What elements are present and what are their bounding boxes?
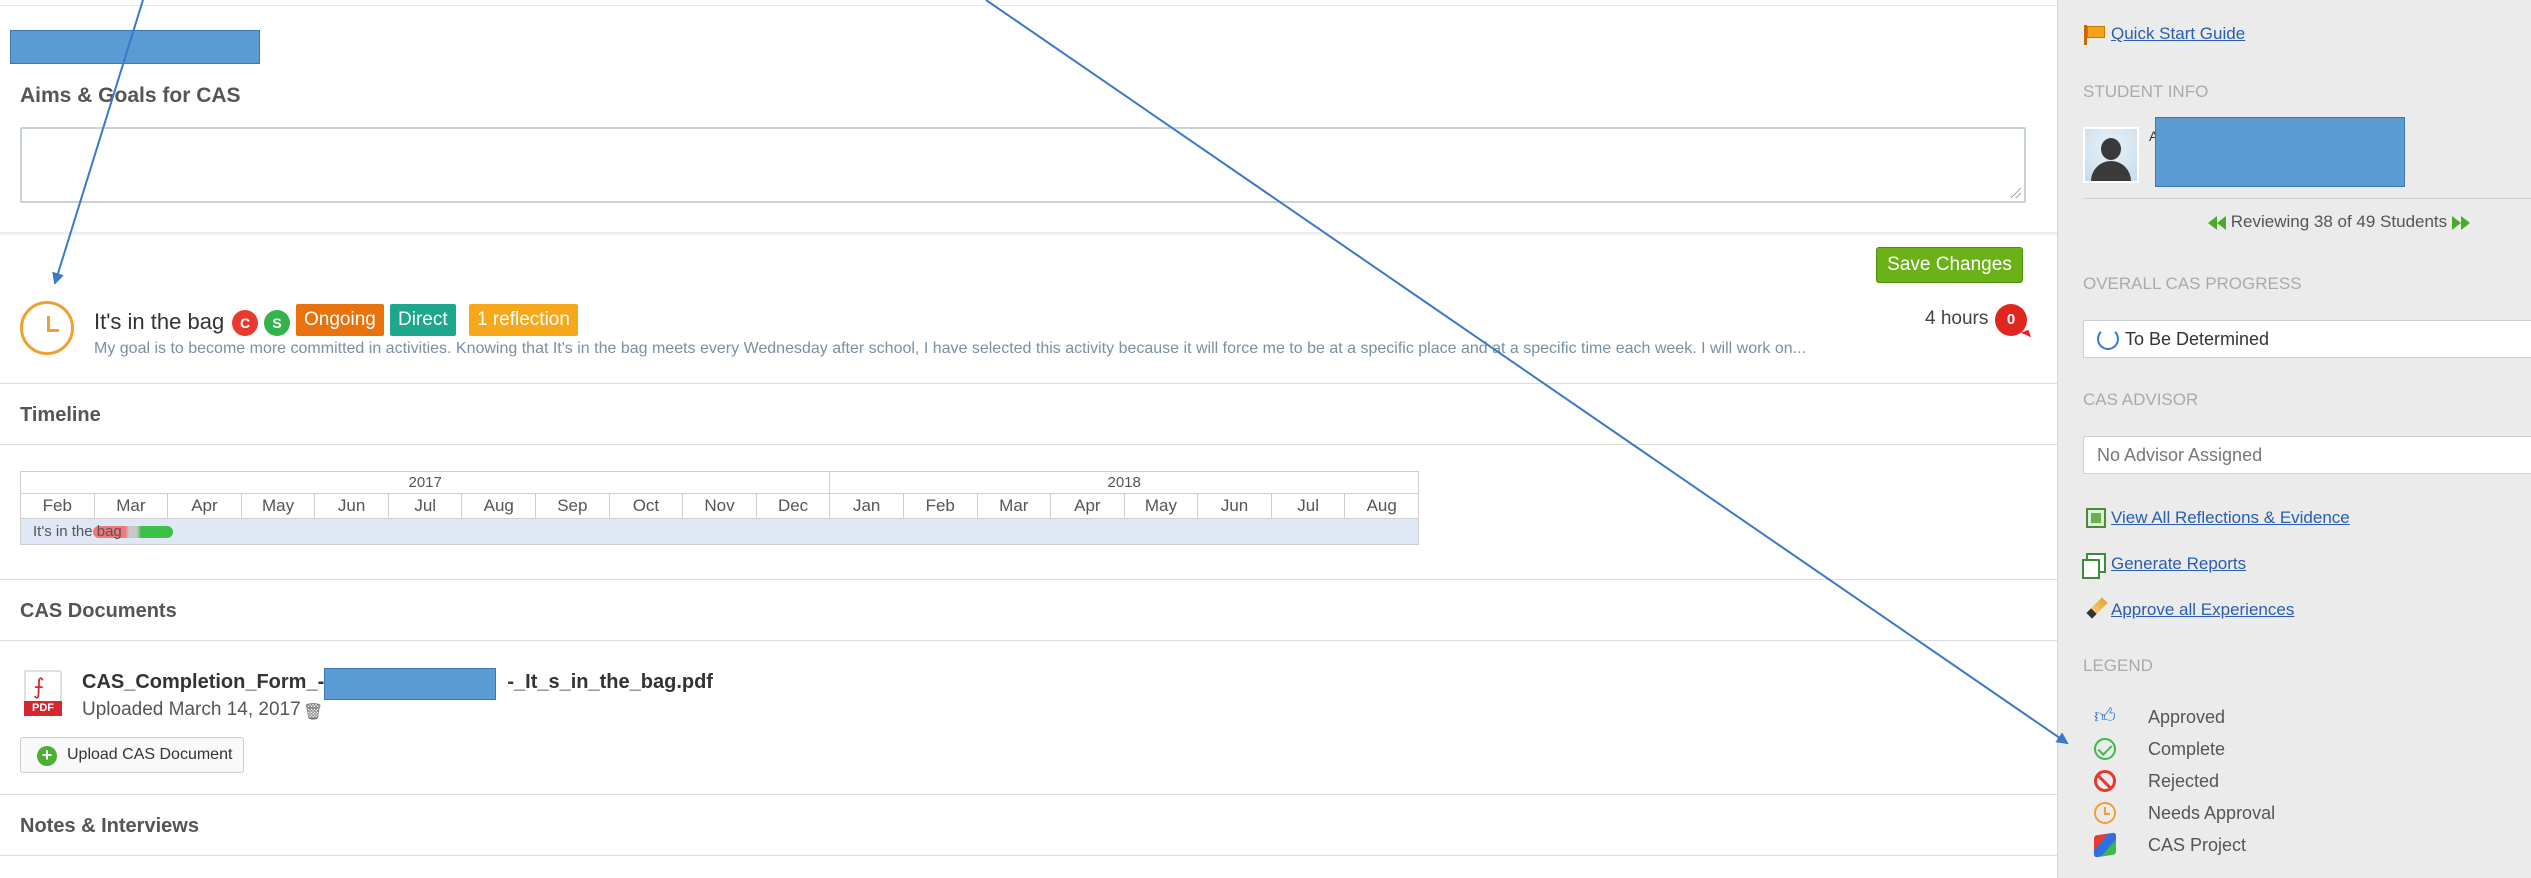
overall-progress-heading: OVERALL CAS PROGRESS bbox=[2083, 274, 2302, 293]
reflection-count-tag[interactable]: 1 reflection bbox=[469, 304, 578, 336]
timeline-month: Jul bbox=[1270, 493, 1346, 519]
redacted-block bbox=[10, 30, 260, 64]
ongoing-tag: Ongoing bbox=[296, 304, 384, 336]
legend-item: Rejected bbox=[2058, 766, 2531, 796]
cas-advisor-select[interactable]: No Advisor Assigned bbox=[2083, 436, 2531, 474]
check-circle-icon bbox=[2094, 738, 2116, 760]
pencil-icon bbox=[2086, 597, 2108, 619]
timeline-month: Mar bbox=[93, 493, 169, 519]
timeline-month: Nov bbox=[682, 493, 757, 519]
overall-progress-value: To Be Determined bbox=[2125, 329, 2270, 349]
quick-start-guide-link[interactable]: Quick Start Guide bbox=[2111, 24, 2245, 44]
legend-item: CAS Project bbox=[2058, 830, 2531, 860]
timeline-month: Aug bbox=[461, 493, 537, 519]
creativity-strand-badge: C bbox=[232, 310, 258, 336]
clock-icon bbox=[2094, 802, 2116, 824]
timeline-month: Jun bbox=[1197, 493, 1272, 519]
generate-reports-link[interactable]: Generate Reports bbox=[2111, 554, 2246, 574]
view-all-reflections-link[interactable]: View All Reflections & Evidence bbox=[2111, 508, 2350, 528]
reviewing-count: Reviewing 38 of 49 Students bbox=[2230, 212, 2448, 231]
needs-approval-clock-icon bbox=[20, 301, 74, 355]
aims-goals-label: Aims & Goals for CAS bbox=[20, 84, 241, 107]
document-uploaded-date: Uploaded March 14, 2017 bbox=[82, 699, 301, 720]
upload-button-label: Upload CAS Document bbox=[67, 746, 233, 763]
copy-document-icon bbox=[2082, 553, 2106, 579]
sidebar: Quick Start Guide STUDENT INFO A Reviewi… bbox=[2057, 0, 2531, 878]
experience-hours: 4 hours bbox=[1925, 308, 1989, 329]
comment-count-badge[interactable]: 0 bbox=[1995, 304, 2027, 336]
redacted-block bbox=[2155, 117, 2405, 187]
documents-section-header: CAS Documents bbox=[0, 579, 2057, 641]
top-divider bbox=[0, 0, 2057, 6]
timeline-month: May bbox=[1123, 493, 1199, 519]
timeline-year: 2018 bbox=[829, 471, 1419, 494]
avatar bbox=[2083, 127, 2139, 183]
timeline-month: Jun bbox=[314, 493, 389, 519]
trash-icon[interactable]: 🗑 bbox=[303, 702, 323, 722]
timeline-month: Aug bbox=[1344, 493, 1419, 519]
timeline-year: 2017 bbox=[19, 471, 831, 494]
student-info-heading: STUDENT INFO bbox=[2083, 82, 2209, 101]
flag-icon bbox=[2084, 25, 2106, 45]
timeline-month: Apr bbox=[1050, 493, 1125, 519]
notes-section-header: Notes & Interviews bbox=[0, 794, 2057, 856]
redacted-block bbox=[324, 668, 496, 700]
previous-student-icon[interactable] bbox=[2208, 212, 2226, 231]
thumbs-up-icon: 👍︎ bbox=[2094, 705, 2116, 728]
spreadsheet-icon bbox=[2086, 508, 2106, 528]
experience-title[interactable]: It's in the bag bbox=[94, 309, 224, 335]
aims-goals-textarea[interactable] bbox=[20, 127, 2026, 203]
pdf-file-icon: ⨍ PDF bbox=[24, 670, 62, 716]
document-name-prefix[interactable]: CAS_Completion_Form_-_ bbox=[82, 671, 335, 693]
timeline-month: Oct bbox=[608, 493, 684, 519]
student-pager: Reviewing 38 of 49 Students bbox=[2208, 212, 2470, 232]
timeline-bar-label: It's in the bag bbox=[33, 523, 122, 540]
upload-cas-document-button[interactable]: + Upload CAS Document bbox=[20, 737, 244, 773]
timeline-month: May bbox=[240, 493, 316, 519]
document-name-suffix[interactable]: -_It_s_in_the_bag.pdf bbox=[507, 671, 713, 693]
service-strand-badge: S bbox=[264, 310, 290, 336]
cas-advisor-heading: CAS ADVISOR bbox=[2083, 390, 2199, 409]
timeline-month: Jan bbox=[829, 493, 904, 519]
experience-description: My goal is to become more committed in a… bbox=[94, 340, 1806, 357]
save-changes-button[interactable]: Save Changes bbox=[1876, 247, 2023, 283]
next-student-icon[interactable] bbox=[2451, 212, 2470, 231]
timeline-section-header: Timeline bbox=[0, 383, 2057, 445]
main-panel: Aims & Goals for CAS Save Changes It's i… bbox=[0, 0, 2057, 878]
notes-heading: Notes & Interviews bbox=[20, 815, 199, 837]
approve-all-experiences-link[interactable]: Approve all Experiences bbox=[2111, 600, 2294, 620]
legend-item: Complete bbox=[2058, 734, 2531, 764]
timeline-month: Dec bbox=[755, 493, 831, 519]
timeline-month: Feb bbox=[902, 493, 978, 519]
refresh-icon bbox=[2097, 327, 2119, 350]
timeline-month: Mar bbox=[976, 493, 1052, 519]
ban-icon bbox=[2094, 770, 2116, 792]
plus-circle-icon: + bbox=[37, 746, 57, 766]
legend-item: Needs Approval bbox=[2058, 798, 2531, 828]
legend-item: 👍︎ Approved bbox=[2094, 705, 2226, 728]
divider bbox=[2083, 198, 2531, 199]
timeline-heading: Timeline bbox=[20, 404, 101, 426]
timeline-table: 2017 2018 Feb Mar Apr May Jun Jul Aug Se… bbox=[19, 471, 1419, 545]
timeline-month: Sep bbox=[535, 493, 610, 519]
overall-progress-select[interactable]: To Be Determined bbox=[2083, 320, 2531, 358]
timeline-month: Apr bbox=[167, 493, 242, 519]
timeline-month: Jul bbox=[387, 493, 463, 519]
section-divider bbox=[0, 232, 2057, 236]
cube-icon bbox=[2094, 832, 2116, 858]
direct-tag: Direct bbox=[390, 304, 456, 336]
timeline-month: Feb bbox=[20, 493, 95, 519]
timeline-experience-row[interactable]: It's in the bag bbox=[20, 518, 1419, 545]
documents-heading: CAS Documents bbox=[20, 600, 177, 622]
legend-heading: LEGEND bbox=[2083, 656, 2153, 675]
